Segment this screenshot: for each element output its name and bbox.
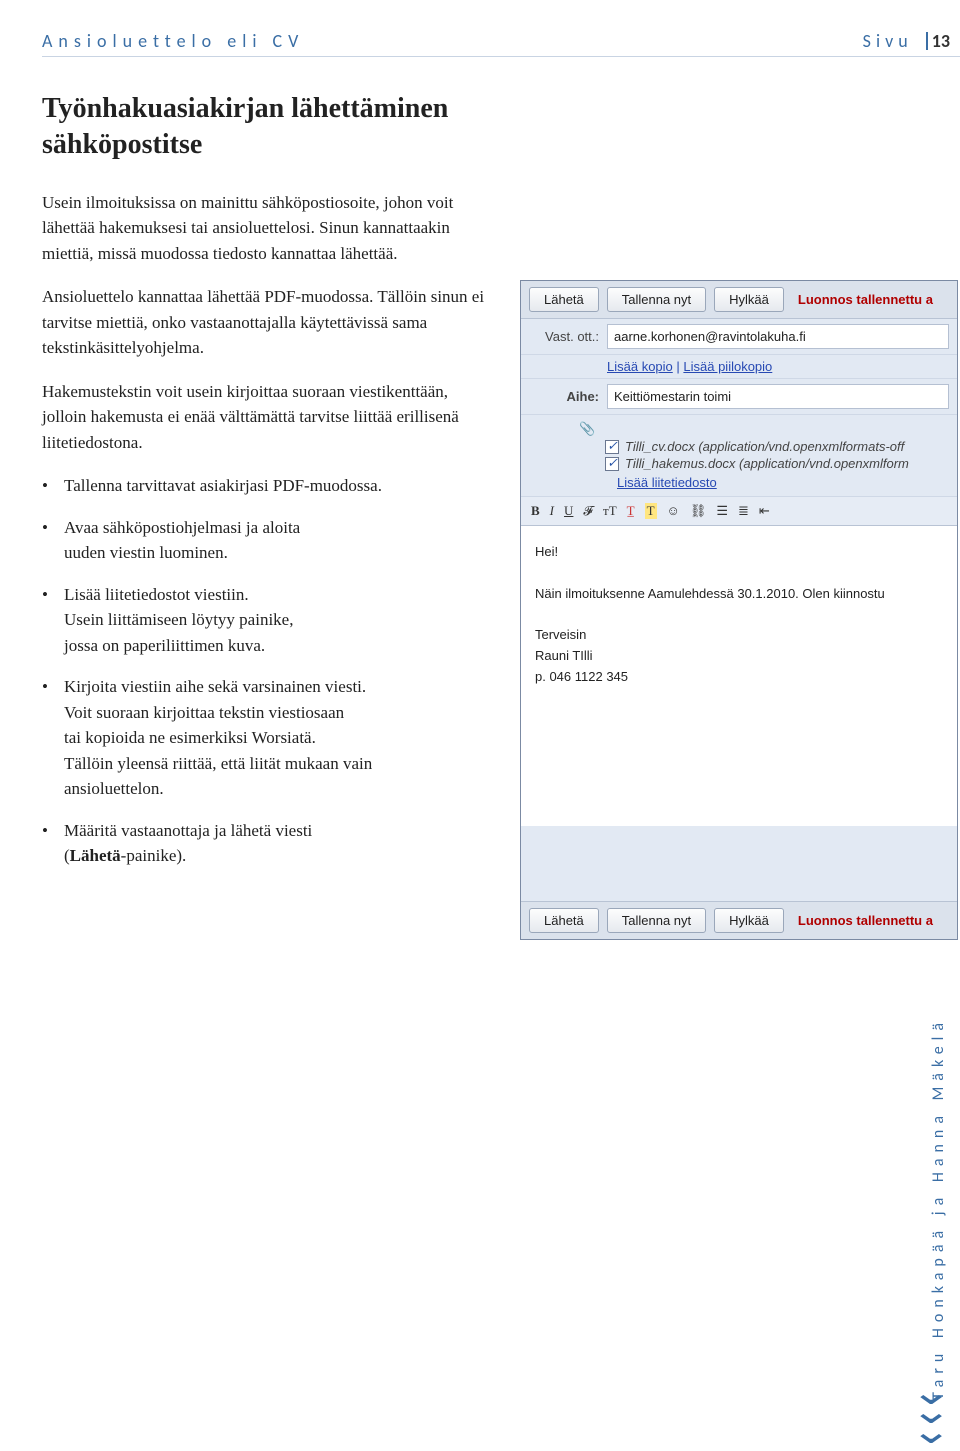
save-now-button[interactable]: Tallenna nyt xyxy=(607,287,706,312)
discard-button[interactable]: Hylkää xyxy=(714,287,784,312)
add-cc-link[interactable]: Lisää kopio xyxy=(607,359,673,374)
list-item: Lisää liitetiedostot viestiin. Usein lii… xyxy=(64,582,494,659)
header-page-label: Sivu xyxy=(863,30,913,52)
header-right: Sivu 13 xyxy=(863,30,950,52)
list-item: Määritä vastaanottaja ja lähetä viesti (… xyxy=(64,818,494,869)
italic-icon[interactable]: I xyxy=(550,503,554,519)
add-attachment-link[interactable]: Lisää liitetiedosto xyxy=(617,475,949,490)
attachments-block: 📎 Tilli_cv.docx (application/vnd.openxml… xyxy=(521,415,957,497)
email-compose-screenshot: Lähetä Tallenna nyt Hylkää Luonnos talle… xyxy=(520,280,958,940)
list-item: Avaa sähköpostiohjelmasi ja aloita uuden… xyxy=(64,515,494,566)
page-header: Ansioluettelo eli CV Sivu 13 xyxy=(42,30,960,57)
attachment-row: Tilli_cv.docx (application/vnd.openxmlfo… xyxy=(605,439,949,454)
send-label-strong: Lähetä xyxy=(70,846,121,865)
underline-icon[interactable]: U xyxy=(564,503,573,519)
email-signature-1: Terveisin xyxy=(535,625,943,646)
title-line-2: sähköpostitse xyxy=(42,129,202,160)
email-greeting: Hei! xyxy=(535,542,943,563)
header-left: Ansioluettelo eli CV xyxy=(42,30,304,52)
cc-links: Lisää kopio | Lisää piilokopio xyxy=(521,355,957,379)
paperclip-icon: 📎 xyxy=(579,421,595,436)
attachment-name[interactable]: Tilli_hakemus.docx (application/vnd.open… xyxy=(625,456,909,471)
subject-field[interactable]: Keittiömestarin toimi xyxy=(607,384,949,409)
body-column: Usein ilmoituksissa on mainittu sähköpos… xyxy=(42,190,494,869)
bullet-list-icon[interactable]: ≣ xyxy=(738,503,749,519)
subject-label: Aihe: xyxy=(529,389,599,404)
attachment-checkbox[interactable] xyxy=(605,457,619,471)
chevron-down-icon: ⌄⌄⌄ xyxy=(916,1383,946,1442)
size-icon[interactable]: ᴛT xyxy=(603,503,617,519)
attachment-name[interactable]: Tilli_cv.docx (application/vnd.openxmlfo… xyxy=(625,439,904,454)
paragraph-2: Ansioluettelo kannattaa lähettää PDF-muo… xyxy=(42,284,494,361)
subject-row: Aihe: Keittiömestarin toimi xyxy=(521,379,957,415)
email-toolbar-top: Lähetä Tallenna nyt Hylkää Luonnos talle… xyxy=(521,281,957,319)
numbered-list-icon[interactable]: ☰ xyxy=(716,503,728,519)
draft-saved-label-bottom: Luonnos tallennettu a xyxy=(798,913,933,928)
instruction-list: Tallenna tarvittavat asiakirjasi PDF-muo… xyxy=(42,473,494,869)
text-color-icon[interactable]: T̲ xyxy=(627,503,635,519)
send-button[interactable]: Lähetä xyxy=(529,287,599,312)
paragraph-3: Hakemustekstin voit usein kirjoittaa suo… xyxy=(42,379,494,456)
page-number: 13 xyxy=(932,30,950,52)
link-icon[interactable]: ⛓ xyxy=(690,503,707,519)
recipient-label: Vast. ott.: xyxy=(529,329,599,344)
email-signature-3: p. 046 1122 345 xyxy=(535,667,943,688)
list-item: Tallenna tarvittavat asiakirjasi PDF-muo… xyxy=(64,473,494,499)
email-signature-2: Rauni TIlli xyxy=(535,646,943,667)
attachment-checkbox[interactable] xyxy=(605,440,619,454)
email-body-line: Näin ilmoituksenne Aamulehdessä 30.1.201… xyxy=(535,584,943,605)
paragraph-1: Usein ilmoituksissa on mainittu sähköpos… xyxy=(42,190,494,267)
outdent-icon[interactable]: ⇤ xyxy=(759,503,770,519)
draft-saved-label: Luonnos tallennettu a xyxy=(798,292,933,307)
attachment-row: Tilli_hakemus.docx (application/vnd.open… xyxy=(605,456,949,471)
formatting-toolbar: B I U 𝓕 ᴛT T̲ T ☺ ⛓ ☰ ≣ ⇤ xyxy=(521,497,957,526)
font-icon[interactable]: 𝓕 xyxy=(583,503,593,519)
title-line-1: Työnhakuasiakirjan lähettäminen xyxy=(42,93,448,124)
bold-icon[interactable]: B xyxy=(531,503,540,519)
recipient-field[interactable]: aarne.korhonen@ravintolakuha.fi xyxy=(607,324,949,349)
send-button-bottom[interactable]: Lähetä xyxy=(529,908,599,933)
list-item: Kirjoita viestiin aihe sekä varsinainen … xyxy=(64,674,494,802)
email-body-area[interactable]: Hei! Näin ilmoituksenne Aamulehdessä 30.… xyxy=(521,526,957,826)
recipient-row: Vast. ott.: aarne.korhonen@ravintolakuha… xyxy=(521,319,957,355)
add-bcc-link[interactable]: Lisää piilokopio xyxy=(683,359,772,374)
author-vertical: Taru Honkapää ja Hanna Mäkelä xyxy=(929,1017,948,1400)
page-title: Työnhakuasiakirjan lähettäminen sähköpos… xyxy=(42,91,960,164)
discard-button-bottom[interactable]: Hylkää xyxy=(714,908,784,933)
emoji-icon[interactable]: ☺ xyxy=(667,503,680,519)
save-now-button-bottom[interactable]: Tallenna nyt xyxy=(607,908,706,933)
highlight-icon[interactable]: T xyxy=(645,503,657,519)
email-toolbar-bottom: Lähetä Tallenna nyt Hylkää Luonnos talle… xyxy=(521,901,957,939)
header-divider xyxy=(926,32,928,50)
